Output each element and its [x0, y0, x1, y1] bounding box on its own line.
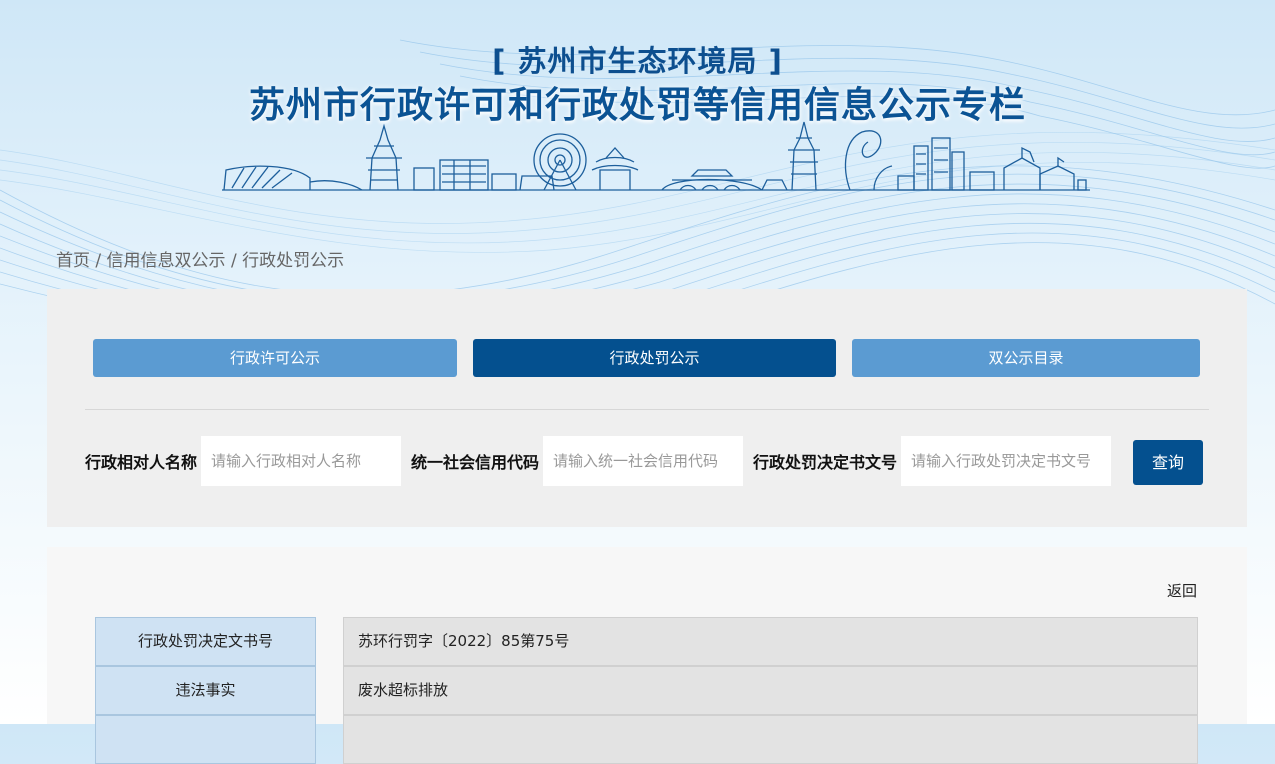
row-value: 苏环行罚字〔2022〕85第75号	[343, 617, 1198, 666]
row-label: 违法事实	[95, 666, 316, 715]
decision-number-input[interactable]: 请输入行政处罚决定书文号	[901, 436, 1111, 486]
breadcrumb-current: 行政处罚公示	[242, 251, 345, 271]
tab-administrative-license[interactable]: 行政许可公示	[93, 339, 457, 377]
credit-code-input[interactable]: 请输入统一社会信用代码	[543, 436, 743, 486]
breadcrumb-separator: /	[90, 251, 107, 271]
search-panel: 行政许可公示 行政处罚公示 双公示目录 行政相对人名称 请输入行政相对人名称 统…	[47, 289, 1247, 527]
tab-administrative-penalty[interactable]: 行政处罚公示	[473, 339, 836, 377]
breadcrumb-home-link[interactable]: 首页	[56, 251, 90, 271]
city-skyline-illustration	[222, 121, 1090, 191]
decision-number-label: 行政处罚决定书文号	[753, 453, 898, 472]
breadcrumb-separator: /	[225, 251, 243, 271]
back-link[interactable]: 返回	[1167, 580, 1197, 601]
row-label: 行政处罚决定文书号	[95, 617, 316, 666]
counterparty-name-input[interactable]: 请输入行政相对人名称	[201, 436, 401, 486]
breadcrumb: 首页 / 信用信息双公示 / 行政处罚公示	[56, 246, 344, 271]
counterparty-name-label: 行政相对人名称	[85, 453, 198, 472]
department-title: [ 苏州市生态环境局 ]	[492, 44, 783, 78]
row-label	[95, 715, 316, 764]
credit-code-label: 统一社会信用代码	[411, 453, 540, 472]
row-value	[343, 715, 1198, 764]
tab-dual-disclosure-catalog[interactable]: 双公示目录	[852, 339, 1200, 377]
query-button[interactable]: 查询	[1133, 440, 1203, 485]
divider	[85, 409, 1209, 410]
breadcrumb-section-link[interactable]: 信用信息双公示	[107, 251, 226, 271]
detail-panel: 返回 行政处罚决定文书号 苏环行罚字〔2022〕85第75号 违法事实 废水超标…	[47, 547, 1247, 764]
row-value: 废水超标排放	[343, 666, 1198, 715]
